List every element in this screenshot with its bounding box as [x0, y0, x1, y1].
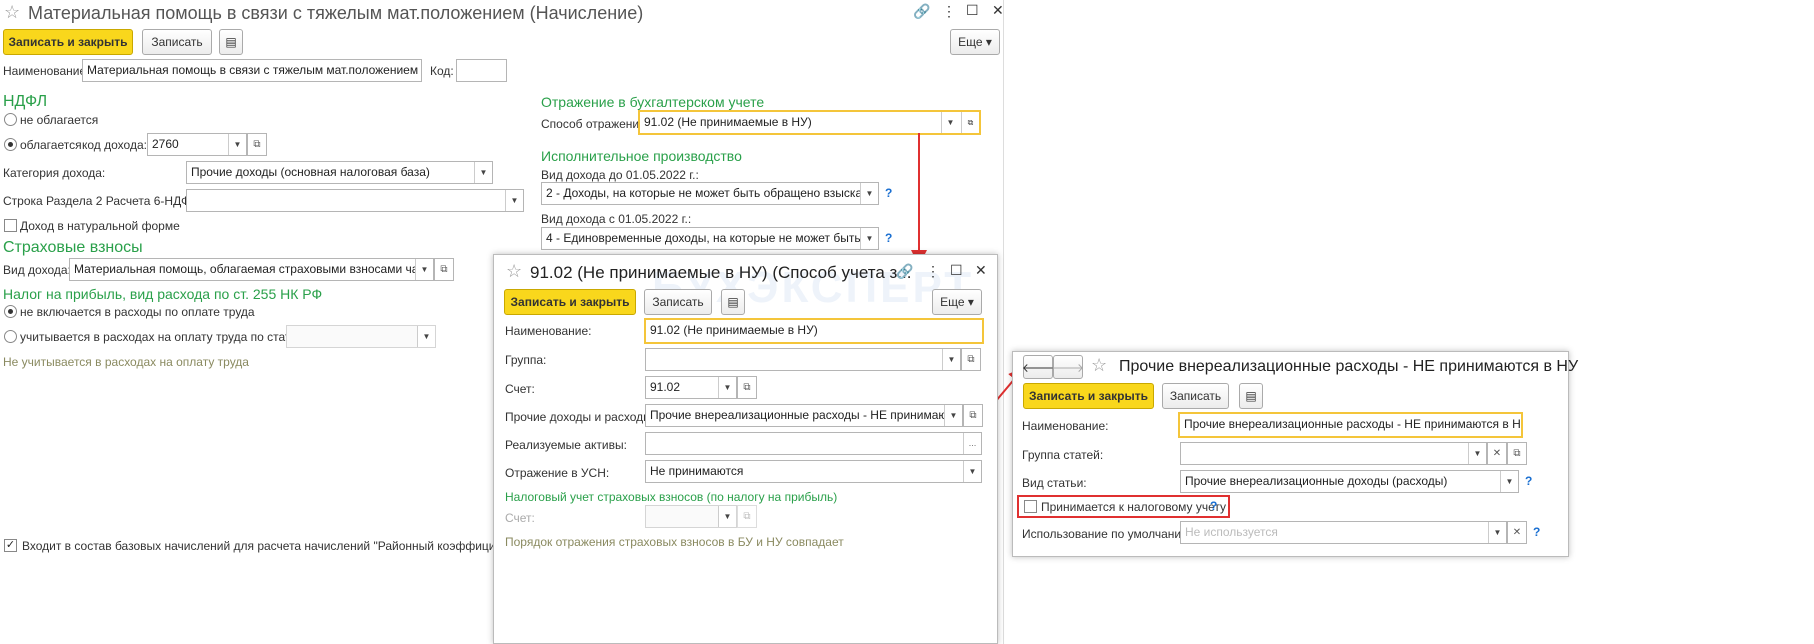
order-text: Порядок отражения страховых взносов в БУ… — [505, 535, 844, 549]
favorite-star-icon[interactable]: ☆ — [1091, 355, 1107, 376]
usn-label: Отражение в УСН: — [505, 466, 610, 480]
save-close-button[interactable]: Записать и закрыть — [1023, 383, 1154, 409]
ellipsis-icon[interactable]: … — [963, 433, 981, 454]
save-button[interactable]: Записать — [1162, 383, 1229, 409]
save-close-button[interactable]: Записать и закрыть — [504, 289, 636, 315]
group-label: Группа: — [505, 353, 547, 367]
account-label: Счет: — [505, 382, 535, 396]
chevron-down-icon[interactable]: ▼ — [963, 461, 981, 482]
chevron-down-icon[interactable]: ▼ — [1488, 522, 1506, 543]
group-label: Группа статей: — [1022, 448, 1104, 462]
usn-field[interactable]: Не принимаются ▼ — [645, 460, 982, 483]
other-label: Прочие доходы и расходы: — [505, 410, 656, 424]
popup-other-expenses: 🡐 🡒 ☆ Прочие внереализационные расходы -… — [1012, 351, 1578, 557]
open-icon[interactable]: ⧉ — [1507, 442, 1527, 465]
type-value: Прочие внереализационные доходы (расходы… — [1185, 474, 1448, 488]
usage-field[interactable]: Не используется ▼ — [1180, 521, 1507, 544]
open-icon[interactable]: ⧉ — [737, 376, 757, 399]
popup2-title: Прочие внереализационные расходы - НЕ пр… — [1119, 358, 1579, 375]
open-icon[interactable]: ⧉ — [961, 348, 981, 371]
more-label: Еще — [940, 295, 965, 309]
name-field[interactable]: 91.02 (Не принимаемые в НУ) — [644, 318, 984, 344]
chevron-down-icon[interactable]: ▼ — [718, 377, 736, 398]
close-icon[interactable]: ✕ — [975, 262, 987, 279]
type-field[interactable]: Прочие внереализационные доходы (расходы… — [1180, 470, 1519, 493]
other-value: Прочие внереализационные расходы - НЕ пр… — [650, 408, 963, 422]
assets-label: Реализуемые активы: — [505, 438, 627, 452]
group-field[interactable]: ▼ — [645, 348, 961, 371]
account2-label: Счет: — [505, 511, 535, 525]
help-icon[interactable]: ? — [1210, 499, 1217, 513]
name-field[interactable]: Прочие внереализационные расходы - НЕ пр… — [1178, 412, 1523, 438]
account2-field[interactable]: ▼ — [645, 505, 737, 528]
report-icon[interactable]: ▤ — [1239, 383, 1263, 409]
more-button[interactable]: Еще ▾ — [932, 289, 982, 315]
back-button[interactable]: 🡐 — [1022, 355, 1054, 379]
name-label: Наименование: — [505, 324, 592, 338]
clear-icon[interactable]: ✕ — [1487, 442, 1507, 465]
account-value: 91.02 — [650, 380, 681, 394]
accepted-checkbox[interactable] — [1024, 500, 1037, 513]
help-icon[interactable]: ? — [1533, 525, 1540, 539]
type-label: Вид статьи: — [1022, 476, 1087, 490]
chevron-down-icon[interactable]: ▼ — [1468, 443, 1486, 464]
report-icon[interactable]: ▤ — [721, 289, 745, 315]
open-icon[interactable]: ⧉ — [963, 404, 983, 427]
maximize-icon[interactable]: ☐ — [950, 262, 963, 279]
name-label: Наименование: — [1022, 419, 1109, 433]
chevron-down-icon[interactable]: ▼ — [944, 405, 962, 426]
group-field[interactable]: ▼ — [1180, 442, 1487, 465]
usage-value: Не используется — [1185, 525, 1278, 539]
tax-heading: Налоговый учет страховых взносов (по нал… — [505, 490, 838, 504]
accepted-label: Принимается к налоговому учету — [1041, 500, 1226, 514]
popup1-title: 91.02 (Не принимаемые в НУ) (Способ учет… — [530, 263, 912, 282]
chevron-down-icon[interactable]: ▼ — [1500, 471, 1518, 492]
favorite-star-icon[interactable]: ☆ — [506, 261, 522, 282]
account-field[interactable]: 91.02 ▼ — [645, 376, 737, 399]
assets-field[interactable]: … — [645, 432, 982, 455]
link-icon[interactable]: 🔗 — [896, 263, 913, 280]
usage-label: Использование по умолчанию: — [1022, 527, 1194, 541]
open-icon[interactable]: ⧉ — [737, 505, 757, 528]
clear-icon[interactable]: ✕ — [1507, 521, 1527, 544]
forward-button[interactable]: 🡒 — [1052, 355, 1084, 379]
other-field[interactable]: Прочие внереализационные расходы - НЕ пр… — [645, 404, 963, 427]
usn-value: Не принимаются — [650, 464, 744, 478]
chevron-down-icon[interactable]: ▼ — [942, 349, 960, 370]
popup-91-02: БУХЭКСПЕРТ ☆ 91.02 (Не принимаемые в НУ)… — [493, 254, 998, 644]
help-icon[interactable]: ? — [1525, 474, 1532, 488]
more-menu-icon[interactable]: ⋮ — [926, 263, 940, 280]
chevron-down-icon[interactable]: ▼ — [718, 506, 736, 527]
save-button[interactable]: Записать — [644, 289, 712, 315]
